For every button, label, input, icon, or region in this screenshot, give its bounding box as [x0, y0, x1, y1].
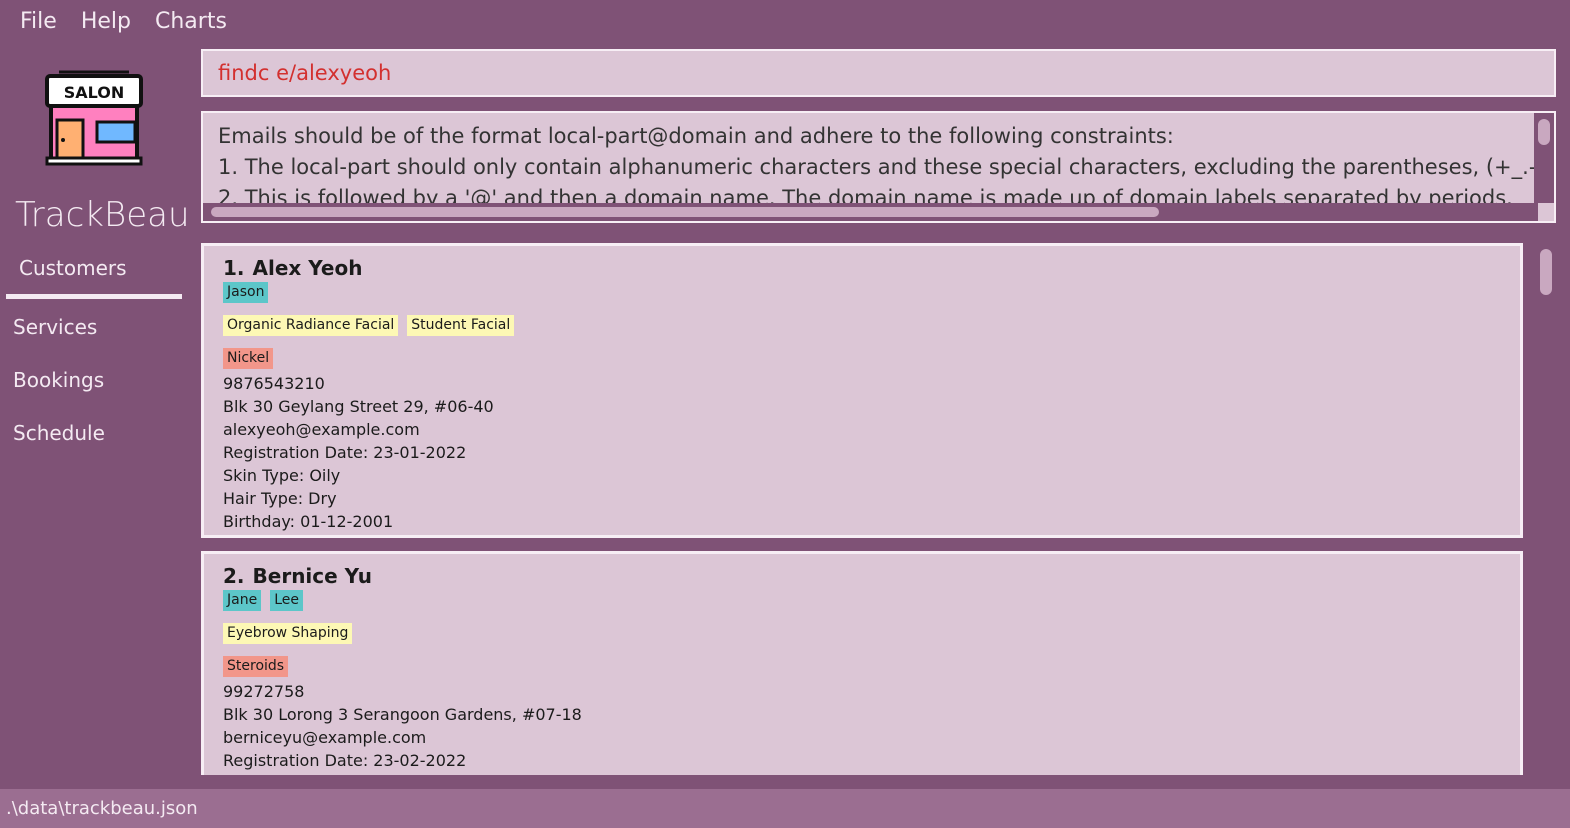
nav-bookings[interactable]: Bookings: [13, 368, 104, 392]
customer-phone: 99272758: [223, 682, 305, 701]
customer-list: 1. Alex Yeoh Jason Organic Radiance Facia…: [201, 243, 1556, 775]
result-display: Emails should be of the format local-par…: [201, 111, 1556, 223]
result-horizontal-scrollbar[interactable]: [203, 203, 1538, 221]
salon-logo-icon: SALON: [45, 70, 143, 166]
customer-registration-date: Registration Date: 23-02-2022: [223, 751, 467, 770]
customer-address: Blk 30 Lorong 3 Serangoon Gardens, #07-1…: [223, 705, 582, 724]
app-name: TrackBeau: [15, 195, 190, 235]
staff-tags: Jane Lee: [223, 590, 1520, 623]
nav-active-indicator: [6, 294, 182, 299]
command-box[interactable]: findc e/alexyeoh: [201, 49, 1556, 97]
customer-hair-type: Hair Type: Dry: [223, 489, 337, 508]
nav-customers[interactable]: Customers: [19, 256, 127, 280]
customer-name: 2. Bernice Yu: [223, 562, 1520, 590]
service-tag: Eyebrow Shaping: [223, 623, 353, 644]
command-input[interactable]: findc e/alexyeoh: [218, 61, 391, 85]
data-file-path: .\data\trackbeau.json: [6, 798, 198, 819]
menu-bar: File Help Charts: [0, 0, 1570, 43]
nav-services[interactable]: Services: [13, 315, 97, 339]
result-horizontal-scroll-thumb[interactable]: [211, 207, 1159, 217]
result-line: 1. The local-part should only contain al…: [218, 155, 1538, 179]
customer-card[interactable]: 1. Alex Yeoh Jason Organic Radiance Facia…: [201, 243, 1523, 538]
customer-skin-type: Skin Type: Oily: [223, 466, 341, 485]
staff-tags: Jason: [223, 282, 1520, 315]
customer-index: 1.: [223, 256, 245, 280]
allergy-tags: Steroids: [223, 656, 1520, 680]
menu-help[interactable]: Help: [81, 9, 131, 34]
customer-email: alexyeoh@example.com: [223, 420, 420, 439]
menu-file[interactable]: File: [20, 9, 57, 34]
customer-name-text: Alex Yeoh: [252, 256, 363, 280]
customer-address: Blk 30 Geylang Street 29, #06-40: [223, 397, 494, 416]
service-tags: Organic Radiance Facial Student Facial: [223, 315, 1520, 348]
allergy-tags: Nickel: [223, 348, 1520, 372]
list-vertical-scroll-thumb[interactable]: [1540, 249, 1552, 295]
allergy-tag: Nickel: [223, 348, 274, 369]
result-line: Emails should be of the format local-par…: [218, 124, 1174, 148]
allergy-tag: Steroids: [223, 656, 289, 677]
result-vertical-scroll-thumb[interactable]: [1538, 119, 1550, 145]
result-vertical-scrollbar[interactable]: [1534, 113, 1554, 203]
customer-card[interactable]: 2. Bernice Yu Jane Lee Eyebrow Shaping St…: [201, 551, 1523, 775]
menu-charts[interactable]: Charts: [155, 9, 227, 34]
status-bar: .\data\trackbeau.json: [0, 789, 1570, 828]
service-tag: Organic Radiance Facial: [223, 315, 399, 336]
staff-tag: Jason: [223, 282, 269, 303]
sidebar: SALON TrackBeau Customers Services Booki…: [0, 43, 190, 789]
list-vertical-scrollbar[interactable]: [1536, 243, 1556, 775]
customer-name: 1. Alex Yeoh: [223, 254, 1520, 282]
service-tag: Student Facial: [407, 315, 515, 336]
result-text: Emails should be of the format local-par…: [218, 121, 1538, 214]
staff-tag: Lee: [270, 590, 303, 611]
customer-phone: 9876543210: [223, 374, 325, 393]
customer-email: berniceyu@example.com: [223, 728, 427, 747]
nav-schedule[interactable]: Schedule: [13, 421, 105, 445]
service-tags: Eyebrow Shaping: [223, 623, 1520, 656]
customer-name-text: Bernice Yu: [252, 564, 372, 588]
customer-index: 2.: [223, 564, 245, 588]
staff-tag: Jane: [223, 590, 262, 611]
customer-registration-date: Registration Date: 23-01-2022: [223, 443, 467, 462]
customer-birthday: Birthday: 01-12-2001: [223, 512, 394, 531]
salon-logo-text: SALON: [64, 83, 125, 102]
